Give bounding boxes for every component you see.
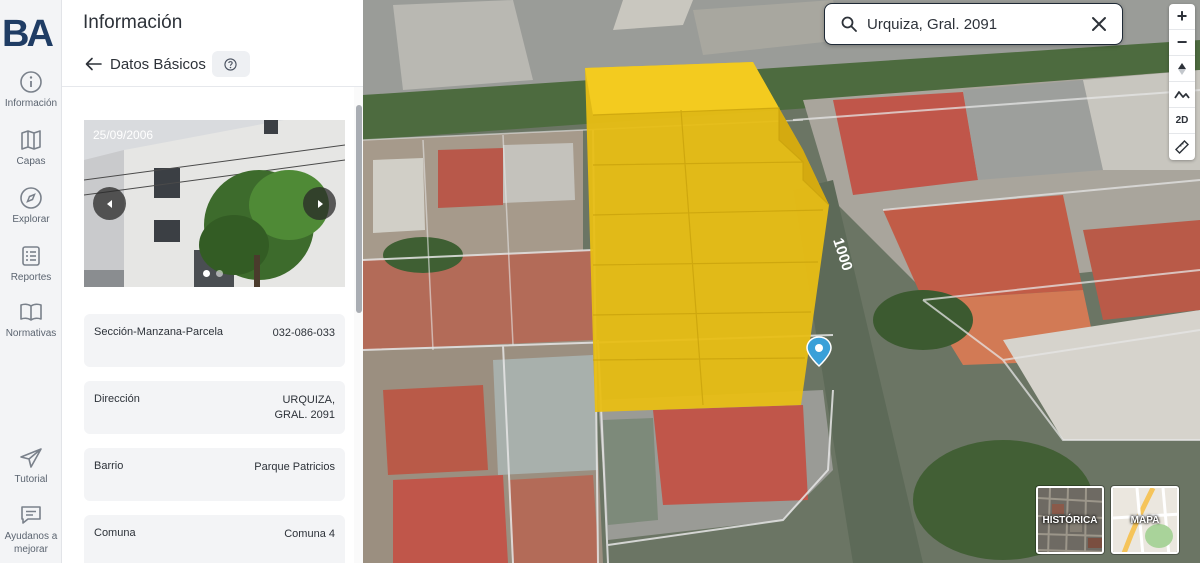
search-icon xyxy=(841,16,857,32)
terrain-icon xyxy=(1174,90,1190,99)
ruler-icon xyxy=(1175,140,1189,154)
sidebar-item-label: Reportes xyxy=(10,272,52,283)
field-label: Dirección xyxy=(94,393,140,405)
sidebar-item-explorar[interactable]: Explorar xyxy=(0,186,62,226)
scrollbar-thumb[interactable] xyxy=(356,105,362,313)
compass-button[interactable] xyxy=(1169,56,1195,82)
list-icon xyxy=(22,246,40,266)
field-card-direccion: Dirección URQUIZA, GRAL. 2091 xyxy=(84,381,345,434)
sidebar-item-label: Explorar xyxy=(12,214,50,225)
sidebar-item-tutorial[interactable]: Tutorial xyxy=(0,446,62,486)
north-arrow-icon xyxy=(1178,62,1186,75)
map-layers-icon xyxy=(21,130,41,150)
field-card-barrio: Barrio Parque Patricios xyxy=(84,448,345,501)
sidebar-item-reportes[interactable]: Reportes xyxy=(0,244,62,284)
toggle-2d-button[interactable]: 2D xyxy=(1169,108,1195,134)
sidebar-item-label: Tutorial xyxy=(14,474,48,485)
aerial-3d-map: 1000 xyxy=(363,0,1200,563)
photo-prev-button[interactable] xyxy=(93,187,126,220)
ba-logo[interactable]: BA xyxy=(2,12,60,52)
subheader: Datos Básicos xyxy=(84,50,250,78)
divider xyxy=(62,86,363,87)
basemap-historica[interactable]: HISTÓRICA xyxy=(1036,486,1104,554)
close-icon[interactable] xyxy=(1090,15,1108,33)
sidebar-item-feedback[interactable]: Ayudanos a mejorar xyxy=(0,503,62,556)
info-icon xyxy=(20,71,42,93)
photo-next-button[interactable] xyxy=(303,187,336,220)
help-button[interactable] xyxy=(211,51,250,77)
field-label: Barrio xyxy=(94,460,124,472)
carousel-dot[interactable] xyxy=(216,270,223,277)
field-label: Sección-Manzana-Parcela xyxy=(94,326,224,338)
search-input[interactable] xyxy=(867,15,1087,33)
field-value: Comuna 4 xyxy=(284,528,335,540)
section-title: Datos Básicos xyxy=(110,55,206,73)
field-card-parcela: Sección-Manzana-Parcela 032-086-033 xyxy=(84,314,345,367)
back-arrow-icon[interactable] xyxy=(84,54,104,74)
carousel-dots xyxy=(203,270,223,277)
chevron-right-icon xyxy=(317,199,323,208)
chevron-left-icon xyxy=(106,199,112,208)
info-panel: Información Datos Básicos 25/09/2006 Sec… xyxy=(62,0,363,563)
terrain-button[interactable] xyxy=(1169,82,1195,108)
feedback-icon xyxy=(21,506,41,524)
sidebar-item-capas[interactable]: Capas xyxy=(0,128,62,168)
panel-title: Información xyxy=(83,12,183,33)
street-photo-carousel: 25/09/2006 xyxy=(84,120,345,287)
field-value: 032-086-033 xyxy=(272,327,335,339)
search-box xyxy=(824,3,1123,45)
sidebar-item-informacion[interactable]: Información xyxy=(0,70,62,110)
sidebar-item-label: Capas xyxy=(16,156,46,167)
basemap-label: HISTÓRICA xyxy=(1042,515,1098,526)
field-label: Comuna xyxy=(94,527,136,539)
field-value: Parque Patricios xyxy=(254,461,335,473)
zoom-out-button[interactable]: − xyxy=(1169,30,1195,56)
field-value: URQUIZA, GRAL. 2091 xyxy=(274,394,335,421)
map-view[interactable]: 1000 + − 2D H xyxy=(363,0,1200,563)
basemap-mapa[interactable]: MAPA xyxy=(1111,486,1179,554)
paper-plane-icon xyxy=(20,448,42,468)
sidebar-item-normativas[interactable]: Normativas xyxy=(0,300,62,340)
sidebar-item-label: Información xyxy=(4,98,58,109)
svg-text:BA: BA xyxy=(2,13,53,52)
carousel-dot[interactable] xyxy=(203,270,210,277)
zoom-in-button[interactable]: + xyxy=(1169,4,1195,30)
sidebar-item-label: Normativas xyxy=(5,328,57,339)
left-sidebar: BA Información Capas Explorar Reportes N… xyxy=(0,0,62,563)
map-controls: + − 2D xyxy=(1169,4,1195,160)
basemap-label: MAPA xyxy=(1130,515,1160,526)
field-card-comuna: Comuna Comuna 4 xyxy=(84,515,345,563)
question-circle-icon xyxy=(224,57,238,71)
photo-date: 25/09/2006 xyxy=(93,128,154,142)
book-icon xyxy=(20,303,42,321)
compass-icon xyxy=(20,187,42,209)
sidebar-item-label: Ayudanos a mejorar xyxy=(4,531,58,555)
measure-button[interactable] xyxy=(1169,134,1195,160)
